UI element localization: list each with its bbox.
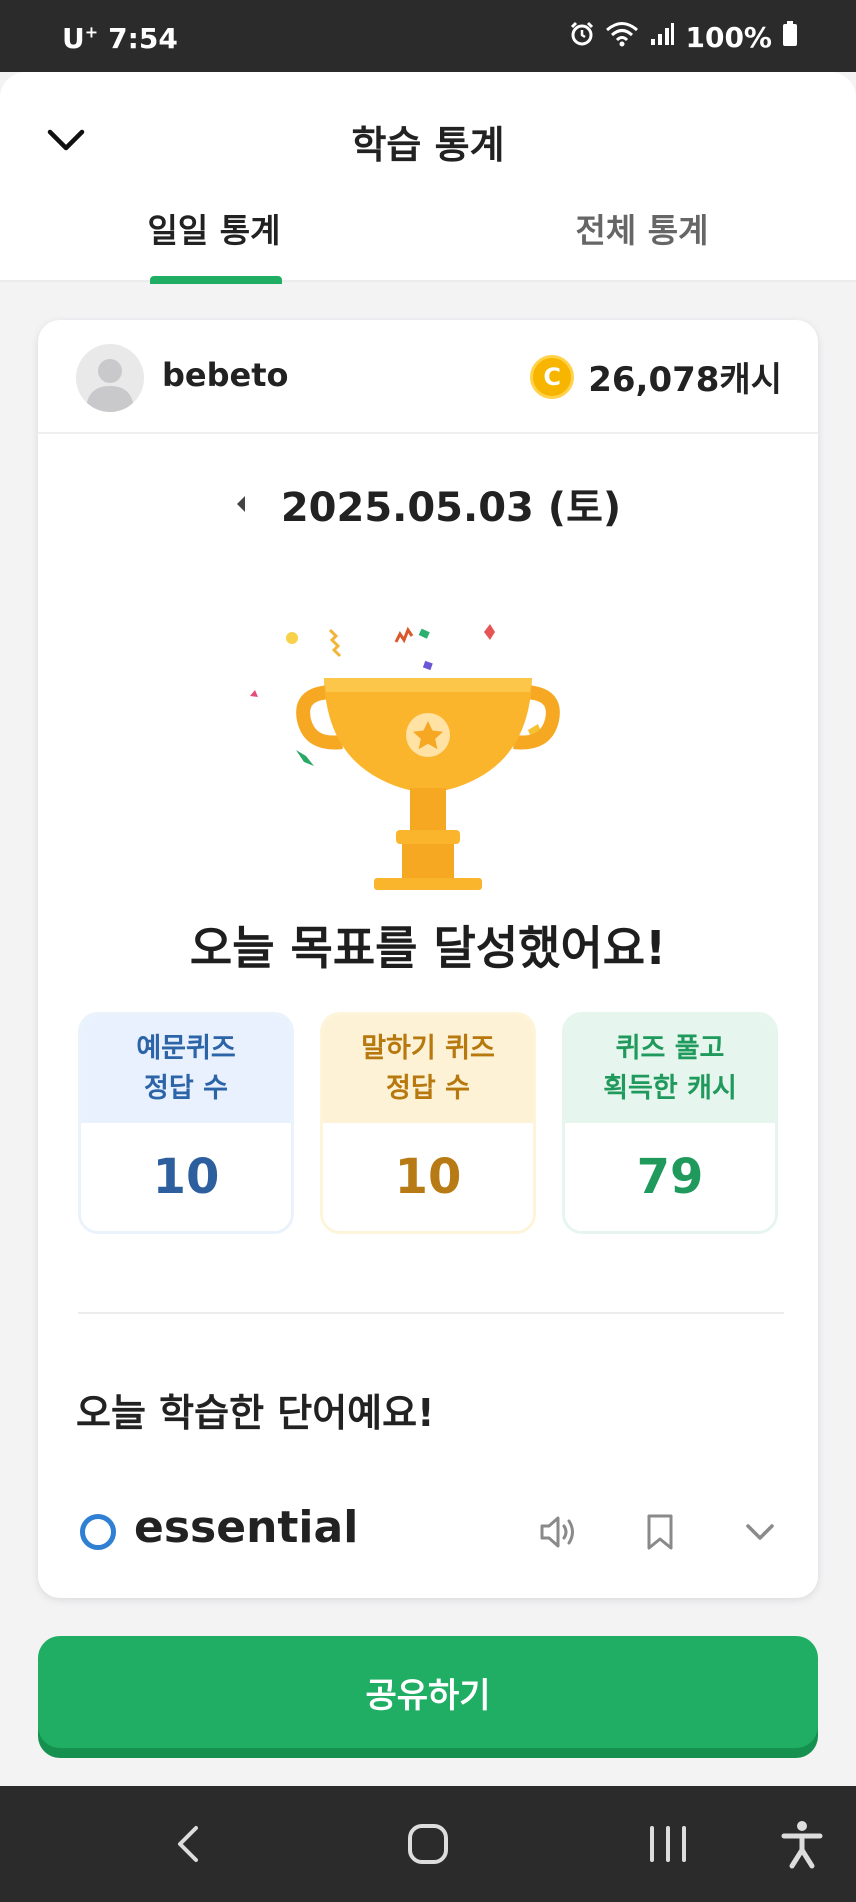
stats-sheet: 학습 통계 일일 통계 전체 통계 bebeto C 26,078캐시 2025…	[0, 72, 856, 1786]
battery-icon	[782, 21, 798, 54]
system-nav-bar	[0, 1786, 856, 1902]
stat-label-line2: 정답 수	[144, 1073, 228, 1104]
carrier-label: U+	[62, 22, 99, 55]
tab-daily-stats[interactable]: 일일 통계	[64, 184, 364, 284]
stat-value: 10	[81, 1123, 291, 1231]
stat-label: 퀴즈 풀고 획득한 캐시	[565, 1015, 775, 1123]
chevron-down-icon[interactable]	[738, 1510, 782, 1554]
stat-label-line2: 획득한 캐시	[603, 1073, 737, 1104]
selected-date: 2025.05.03 (토)	[280, 485, 622, 531]
clock: 7:54	[108, 22, 178, 55]
date-selector: 2025.05.03 (토)	[38, 476, 818, 532]
active-tab-indicator	[150, 276, 282, 284]
cash-balance: C 26,078캐시	[530, 352, 782, 401]
home-icon[interactable]	[398, 1814, 458, 1874]
stat-value: 10	[323, 1123, 533, 1231]
speaker-icon[interactable]	[536, 1510, 580, 1554]
trophy-icon	[238, 600, 618, 900]
wifi-icon	[605, 20, 639, 55]
avatar	[76, 344, 144, 412]
username: bebeto	[162, 356, 289, 394]
stat-value: 79	[565, 1123, 775, 1231]
stat-label-line1: 예문퀴즈	[136, 1033, 236, 1064]
tab-label: 일일 통계	[147, 211, 281, 250]
stat-label-line1: 말하기 퀴즈	[361, 1033, 495, 1064]
cash-amount: 26,078캐시	[588, 360, 782, 400]
stat-label-line1: 퀴즈 풀고	[615, 1033, 725, 1064]
accessibility-icon[interactable]	[772, 1814, 832, 1874]
tab-bar: 일일 통계 전체 통계	[0, 184, 856, 284]
bookmark-icon[interactable]	[638, 1510, 682, 1554]
page-title: 학습 통계	[351, 123, 505, 167]
daily-stats-card: bebeto C 26,078캐시 2025.05.03 (토) 오늘 목표를 …	[38, 320, 818, 1598]
back-icon[interactable]	[160, 1814, 220, 1874]
stat-earned-cash: 퀴즈 풀고 획득한 캐시 79	[562, 1012, 778, 1234]
divider	[78, 1312, 784, 1314]
stat-label-line2: 정답 수	[386, 1073, 470, 1104]
recents-icon[interactable]	[638, 1814, 698, 1874]
word-text: essential	[134, 1502, 359, 1553]
status-left: U+ 7:54	[62, 22, 178, 55]
achievement-message: 오늘 목표를 달성했어요!	[189, 921, 667, 975]
signal-icon	[649, 21, 675, 54]
stat-label: 말하기 퀴즈 정답 수	[323, 1015, 533, 1123]
learned-words-title: 오늘 학습한 단어예요!	[76, 1391, 435, 1435]
status-circle-icon	[80, 1514, 116, 1550]
caret-left-icon[interactable]	[235, 492, 259, 516]
tab-label: 전체 통계	[575, 211, 709, 250]
stat-example-quiz: 예문퀴즈 정답 수 10	[78, 1012, 294, 1234]
coin-icon: C	[530, 354, 575, 399]
status-right: 100%	[569, 20, 798, 55]
user-row: bebeto C 26,078캐시	[38, 320, 818, 434]
stat-label: 예문퀴즈 정답 수	[81, 1015, 291, 1123]
status-bar: U+ 7:54 100%	[0, 0, 856, 72]
alarm-icon	[569, 21, 595, 54]
word-list-item[interactable]: essential	[38, 1488, 818, 1568]
share-button[interactable]: 공유하기	[38, 1636, 818, 1748]
battery-label: 100%	[685, 21, 772, 54]
header: 학습 통계 일일 통계 전체 통계	[0, 72, 856, 284]
tab-total-stats[interactable]: 전체 통계	[492, 184, 792, 282]
stat-speaking-quiz: 말하기 퀴즈 정답 수 10	[320, 1012, 536, 1234]
